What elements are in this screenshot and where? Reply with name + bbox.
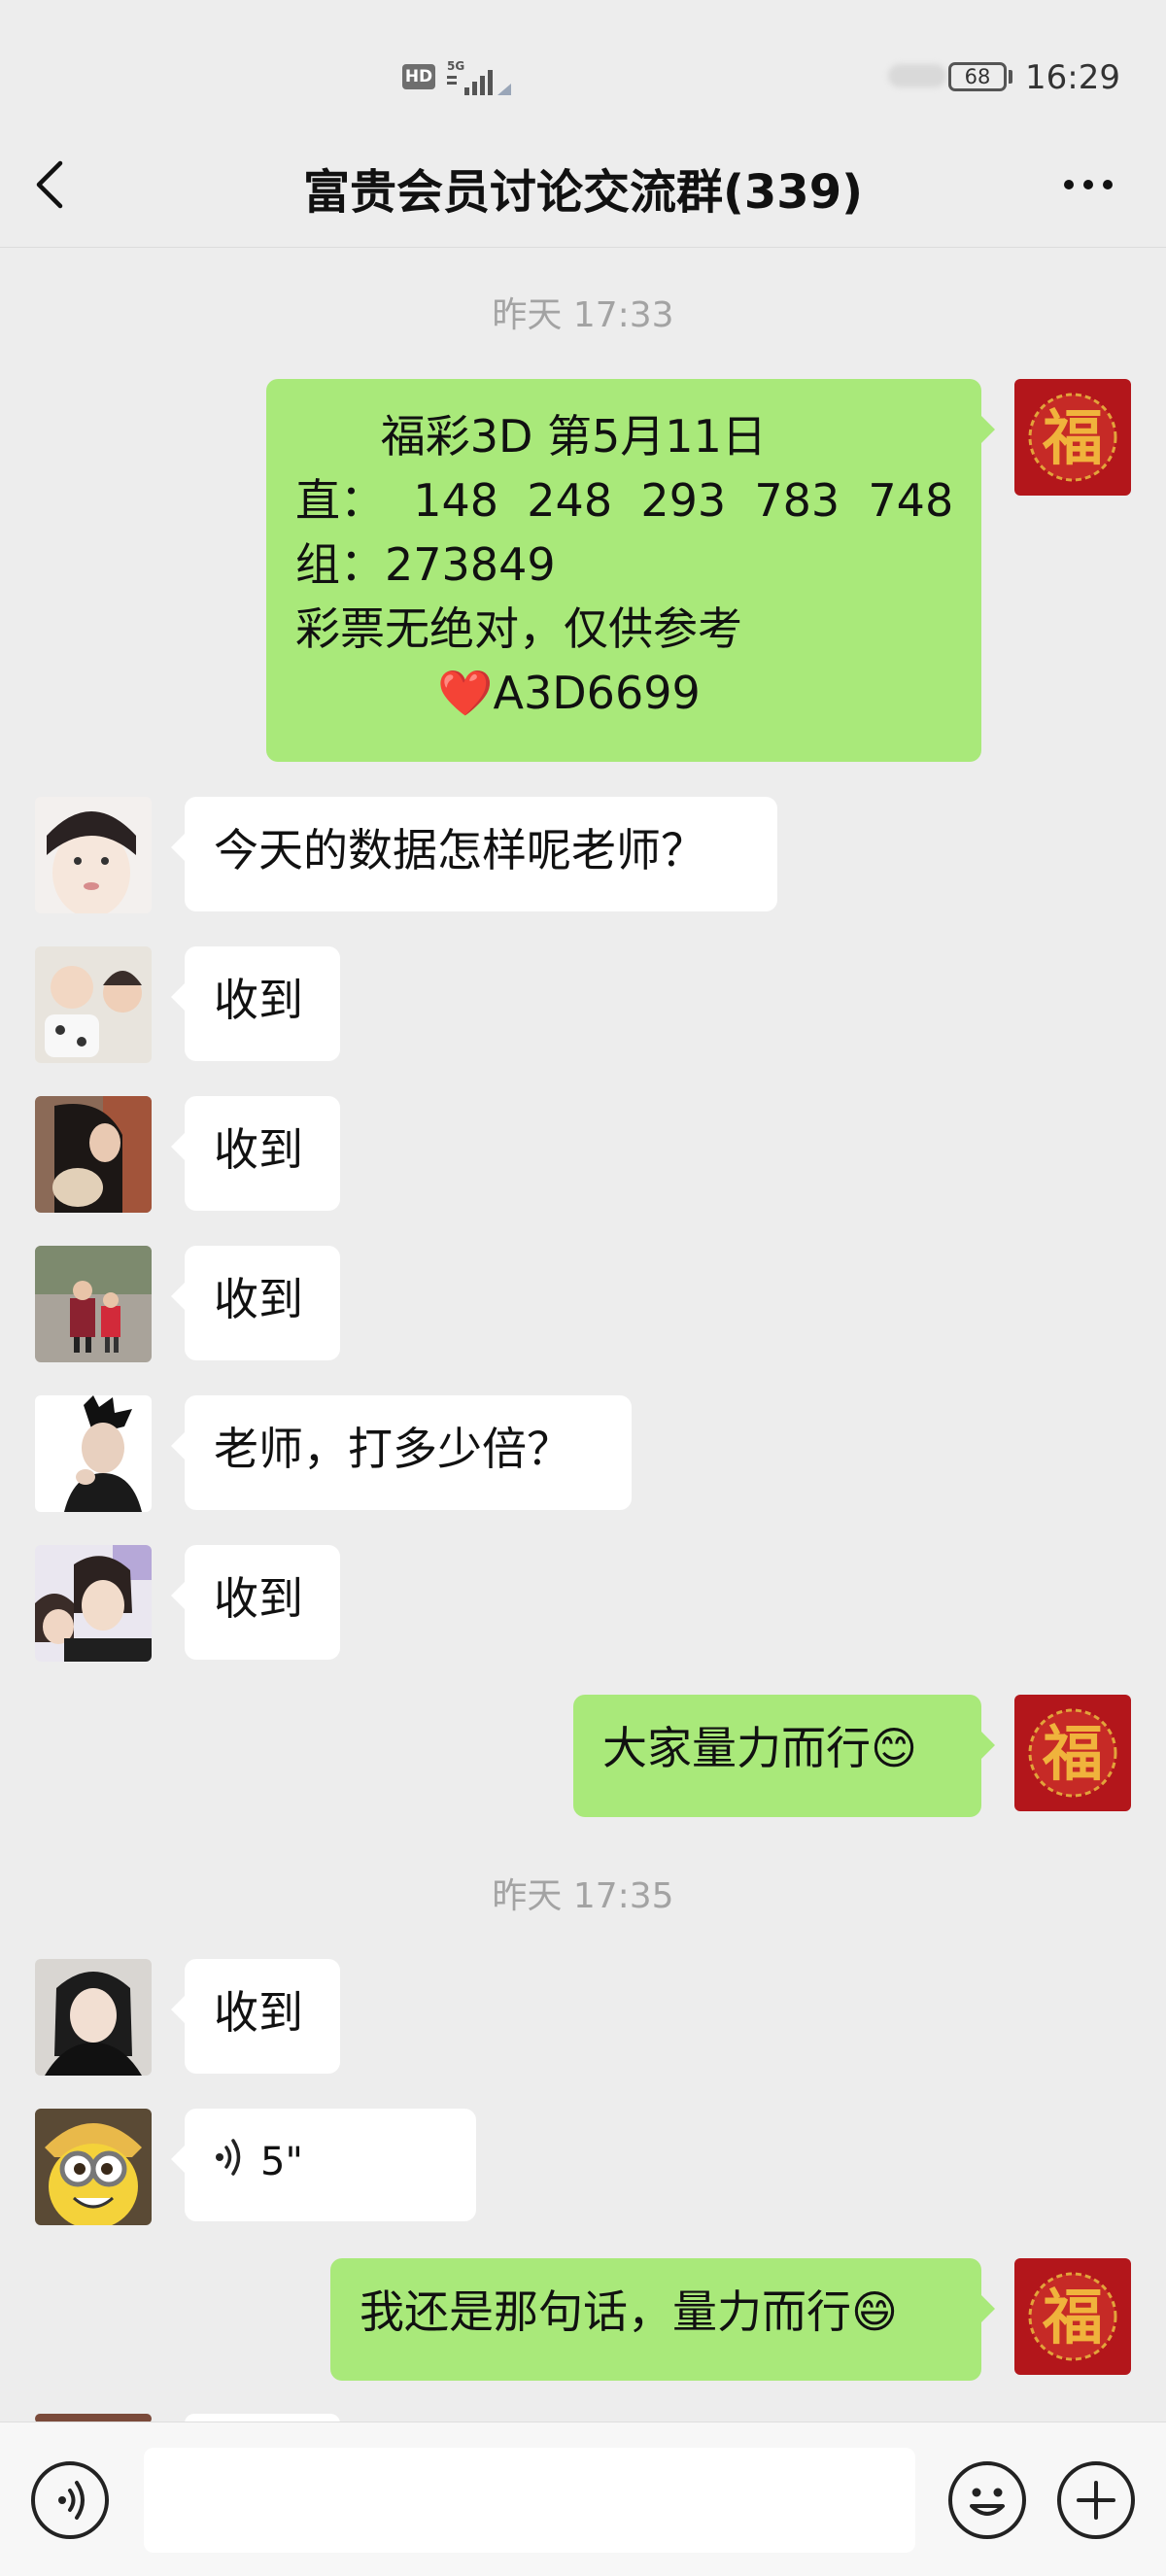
message-bubble-incoming[interactable]: 今天的数据怎样呢老师？ <box>171 797 777 911</box>
blurred-icon <box>888 64 946 87</box>
message-text: 老师，打多少倍？ <box>214 1423 571 1475</box>
message-input[interactable] <box>144 2448 915 2553</box>
message-text: 今天的数据怎样呢老师？ <box>214 824 705 876</box>
voice-wave-icon <box>214 2132 247 2196</box>
timestamp: 昨天 17:35 <box>492 1876 674 1916</box>
signal-icon: 5G <box>445 58 525 101</box>
timestamp: 昨天 17:33 <box>492 295 674 335</box>
avatar-member[interactable] <box>35 2109 152 2225</box>
avatar-member[interactable] <box>35 946 152 1063</box>
clock: 16:29 <box>1025 58 1120 97</box>
avatar-member[interactable] <box>35 1545 152 1662</box>
message-bubble-incoming[interactable]: 收到 <box>171 1246 340 1360</box>
avatar-self[interactable]: 福 <box>1014 379 1131 496</box>
avatar-self[interactable]: 福 <box>1014 1695 1131 1811</box>
message-line: 福彩3D 第5月11日 <box>295 410 767 463</box>
battery-icon: 68 <box>948 62 1007 91</box>
plus-button[interactable] <box>1057 2461 1135 2539</box>
voice-duration: 5" <box>260 2140 303 2184</box>
svg-text:福: 福 <box>1042 2282 1103 2353</box>
avatar-member[interactable] <box>35 797 152 913</box>
nav-divider <box>0 247 1166 248</box>
message-line: 彩票无绝对，仅供参考 <box>295 602 742 655</box>
message-line: 直： 148 248 293 783 748 <box>295 474 954 527</box>
avatar-member[interactable] <box>35 1096 152 1213</box>
message-text: 收到 <box>214 1273 303 1325</box>
navigation-bar: 富贵会员讨论交流群(339) <box>0 126 1166 243</box>
avatar-member[interactable] <box>35 1246 152 1362</box>
more-options-icon[interactable] <box>1059 165 1117 204</box>
message-line: 组：273849 <box>295 538 556 591</box>
message-bubble-incoming[interactable]: 收到 <box>171 1096 340 1211</box>
message-bubble-incoming[interactable]: 收到 <box>171 1959 340 2074</box>
message-text: A3D6699 <box>493 667 701 719</box>
voice-input-button[interactable] <box>31 2461 109 2539</box>
hd-indicator: HD <box>402 64 435 89</box>
message-bubble-incoming[interactable]: 老师，打多少倍？ <box>171 1395 632 1510</box>
message-bubble-outgoing[interactable]: 大家量力而行😊 <box>573 1695 995 1817</box>
message-text: 我还是那句话，量力而行😄 <box>360 2285 898 2338</box>
voice-message-bubble[interactable]: 5" <box>171 2109 476 2221</box>
message-bubble-outgoing[interactable]: 我还是那句话，量力而行😄 <box>330 2258 995 2381</box>
message-bubble-incoming[interactable]: 收到 <box>171 946 340 1061</box>
network-type: 5G <box>447 59 464 73</box>
status-bar: HD 5G 68 16:29 <box>0 0 1166 146</box>
input-bar <box>0 2421 1166 2576</box>
message-text: 收到 <box>214 1986 303 2039</box>
chat-title: 富贵会员讨论交流群(339) <box>302 165 864 220</box>
message-line: ❤️A3D6699 <box>295 661 952 725</box>
battery-tip <box>1009 70 1012 84</box>
emoji-button[interactable] <box>948 2461 1026 2539</box>
avatar-member[interactable] <box>35 1959 152 2076</box>
avatar-member[interactable] <box>35 1395 152 1512</box>
heart-icon: ❤️ <box>437 667 494 719</box>
avatar-self[interactable]: 福 <box>1014 2258 1131 2375</box>
message-text: 大家量力而行😊 <box>602 1722 917 1774</box>
message-bubble-outgoing[interactable]: 福彩3D 第5月11日 直： 148 248 293 783 748 组：273… <box>266 379 995 762</box>
message-text: 收到 <box>214 1123 303 1176</box>
message-text: 收到 <box>214 1572 303 1625</box>
svg-text:福: 福 <box>1042 1718 1103 1789</box>
message-bubble-incoming[interactable]: 收到 <box>171 1545 340 1660</box>
message-text: 收到 <box>214 974 303 1026</box>
svg-text:福: 福 <box>1042 402 1103 473</box>
